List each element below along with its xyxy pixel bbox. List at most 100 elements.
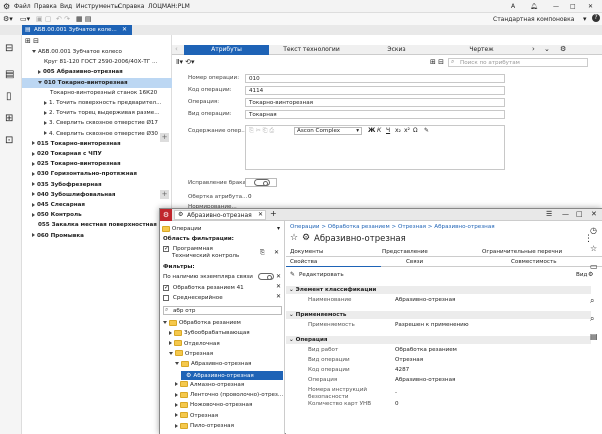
chevron-right-icon[interactable] <box>32 202 35 207</box>
tab-representation[interactable]: Представление <box>382 249 428 255</box>
user-initial[interactable]: A <box>511 3 515 10</box>
tree-item[interactable]: 1. Точить поверхность предварител... <box>22 98 172 108</box>
tree-item[interactable]: 050 Контроль <box>22 210 172 220</box>
attribute-tool-icon[interactable]: Ⅱ▾ ⟲▾ <box>176 58 195 66</box>
menu-view[interactable]: Вид <box>60 3 72 10</box>
tab-settings-icon[interactable]: ⚙ <box>560 45 566 53</box>
classifier-tab[interactable]: ⚙ Абразивно-отрезная ✕ <box>174 210 266 220</box>
classifier-tree-item[interactable]: Ленточно (проволочно)-отрез... <box>175 391 283 400</box>
print-icon[interactable]: ▦ ▤ <box>76 15 91 23</box>
classifier-tree-item[interactable]: Ножовочно-отрезная <box>175 401 283 410</box>
minimize-button[interactable]: — <box>553 3 559 10</box>
tree-item[interactable]: Токарно-винторезный станок 16К20 <box>22 88 172 98</box>
document-tab[interactable]: ▤ АБВ.00.001 Зубчатое коле... ✕ <box>22 25 132 35</box>
chevron-down-icon[interactable] <box>169 351 173 355</box>
tree-item[interactable]: 010 Токарно-винторезная <box>22 77 172 88</box>
layout-dropdown-icon[interactable]: ▾ <box>583 15 587 23</box>
chevron-right-icon[interactable] <box>169 330 172 335</box>
open-folder-icon[interactable]: ▭▾ <box>20 15 30 23</box>
tree-item[interactable]: 005 Абразивно-отрезная <box>22 67 172 77</box>
chevron-right-icon[interactable] <box>175 382 178 387</box>
edit-button[interactable]: Редактировать <box>299 272 344 278</box>
classifier-tree-item[interactable]: ⚙ Абразивно-отрезная <box>181 370 283 380</box>
font-select[interactable]: Ascon Complex ▾ <box>294 127 362 135</box>
chevron-right-icon[interactable] <box>32 182 35 187</box>
classifier-tree-item[interactable]: Алмазно-отрезная <box>175 381 283 390</box>
bookmark-icon[interactable]: ▯ <box>6 91 12 102</box>
chevron-right-icon[interactable] <box>32 192 35 197</box>
tree-item[interactable]: 3. Сверлить сквозное отверстие Ø17 <box>22 118 172 128</box>
classifier-search-input[interactable]: ⌕ абр отр <box>163 306 282 315</box>
tree-item[interactable]: 2. Точить торец выдерживая разме... <box>22 108 172 118</box>
undo-icon[interactable]: ↶ ↷ <box>56 15 70 23</box>
save-icon[interactable]: ▣ ▢ <box>36 15 51 23</box>
chevron-down-icon[interactable] <box>175 362 179 366</box>
field-value[interactable]: Токарная <box>245 110 505 119</box>
operations-selector[interactable]: Операции ▾ <box>162 224 283 233</box>
tab-sketch[interactable]: Эскиз <box>354 45 439 55</box>
maximize-button[interactable]: □ <box>576 210 583 218</box>
underline-button[interactable]: Ч <box>386 127 390 134</box>
search-rail-icon[interactable]: ⌕ <box>590 296 594 306</box>
tab-menu-icon[interactable]: ⌄ <box>544 45 550 53</box>
clipboard-icon[interactable]: ⎘ ✂ ⎗ ⎙ <box>249 127 274 135</box>
new-icon[interactable]: ⚙▾ <box>3 15 13 23</box>
add-node-button[interactable]: + <box>160 133 169 142</box>
tab-properties[interactable]: Свойства <box>286 258 381 267</box>
italic-button[interactable]: К <box>377 127 381 134</box>
menu-file[interactable]: Файл <box>14 3 31 10</box>
chevron-down-icon[interactable] <box>163 321 167 324</box>
bell-icon[interactable]: 🔔︎ <box>530 3 538 10</box>
chevron-down-icon[interactable] <box>32 50 36 53</box>
classifier-tree-item[interactable]: Пило-отрезная <box>175 422 283 431</box>
menu-help[interactable]: Справка <box>118 3 144 10</box>
chevron-right-icon[interactable] <box>175 392 178 397</box>
chevron-right-icon[interactable] <box>32 233 35 238</box>
tree-item[interactable]: 055 Закалка местная поверхностная <box>22 220 172 230</box>
remove-filter-icon[interactable]: ✕ <box>276 273 281 280</box>
chevron-right-icon[interactable] <box>169 341 172 346</box>
classifier-tree-item[interactable]: Отделочная <box>169 340 283 349</box>
section-header[interactable]: ⌄ Операция <box>286 336 591 344</box>
menu-edit[interactable]: Правка <box>34 3 57 10</box>
tree-item[interactable]: 045 Слесарная <box>22 200 172 210</box>
chevron-right-icon[interactable] <box>44 120 47 125</box>
filter-copy-icon[interactable]: ⎘ <box>260 249 265 257</box>
chevron-right-icon[interactable] <box>44 131 47 136</box>
close-button[interactable]: ✕ <box>588 3 593 10</box>
close-button[interactable]: ✕ <box>591 210 597 218</box>
remove-filter-icon[interactable]: ✕ <box>276 293 281 300</box>
classifier-tree-item[interactable]: Абразивно-отрезная <box>175 360 283 369</box>
filter-link-toggle[interactable] <box>258 273 274 280</box>
grid-icon[interactable]: ⊡ <box>5 135 13 146</box>
layout-label[interactable]: Стандартная компоновка <box>493 16 574 23</box>
classifier-tree-item[interactable]: Отрезная <box>175 412 283 421</box>
section-header[interactable]: ⌄ Элемент классификации <box>286 286 591 294</box>
tree-item[interactable]: АБВ.00.001 Зубчатое колесо <box>22 47 172 57</box>
favorite-icon[interactable]: ☆ <box>590 244 597 253</box>
chevron-right-icon[interactable] <box>44 110 47 115</box>
chevron-right-icon[interactable] <box>32 212 35 217</box>
attribute-search-input[interactable]: ⌕ Поиск по атрибутам <box>448 58 588 67</box>
filter-program-checkbox[interactable] <box>163 245 169 252</box>
view-label[interactable]: Вид <box>576 272 587 278</box>
classifier-tree-item[interactable]: Отрезная <box>169 350 283 359</box>
tree-item[interactable]: Круг 81-120 ГОСТ 2590-2006/40Х-ТГ ... <box>22 57 172 67</box>
chevron-right-icon[interactable] <box>32 151 35 156</box>
chevron-right-icon[interactable] <box>32 141 35 146</box>
tree-item[interactable]: 035 Зубофрезерная <box>22 180 172 190</box>
structure-icon[interactable]: ⊟ <box>5 43 13 54</box>
filter-serial-row[interactable]: Среднесерийное <box>163 294 282 303</box>
chevron-right-icon[interactable] <box>32 171 35 176</box>
menu-lotsman[interactable]: ЛОЦМАН:PLM <box>148 3 190 10</box>
maximize-button[interactable]: □ <box>570 3 576 10</box>
classifier-tree-item[interactable]: Зубообрабатывающая <box>169 329 283 338</box>
bold-button[interactable]: Ж <box>368 127 375 134</box>
close-tab-icon[interactable]: ✕ <box>258 211 263 218</box>
chevron-down-icon[interactable] <box>38 80 42 84</box>
close-tab-icon[interactable]: ✕ <box>122 26 127 33</box>
filter-cutting-checkbox[interactable] <box>163 284 169 291</box>
folder-outline-icon[interactable]: ▭ <box>590 262 598 271</box>
tree-item[interactable]: 4. Сверлить сквозное отверстие Ø30 <box>22 129 172 139</box>
filter-clear-icon[interactable]: ✕ <box>274 249 279 256</box>
